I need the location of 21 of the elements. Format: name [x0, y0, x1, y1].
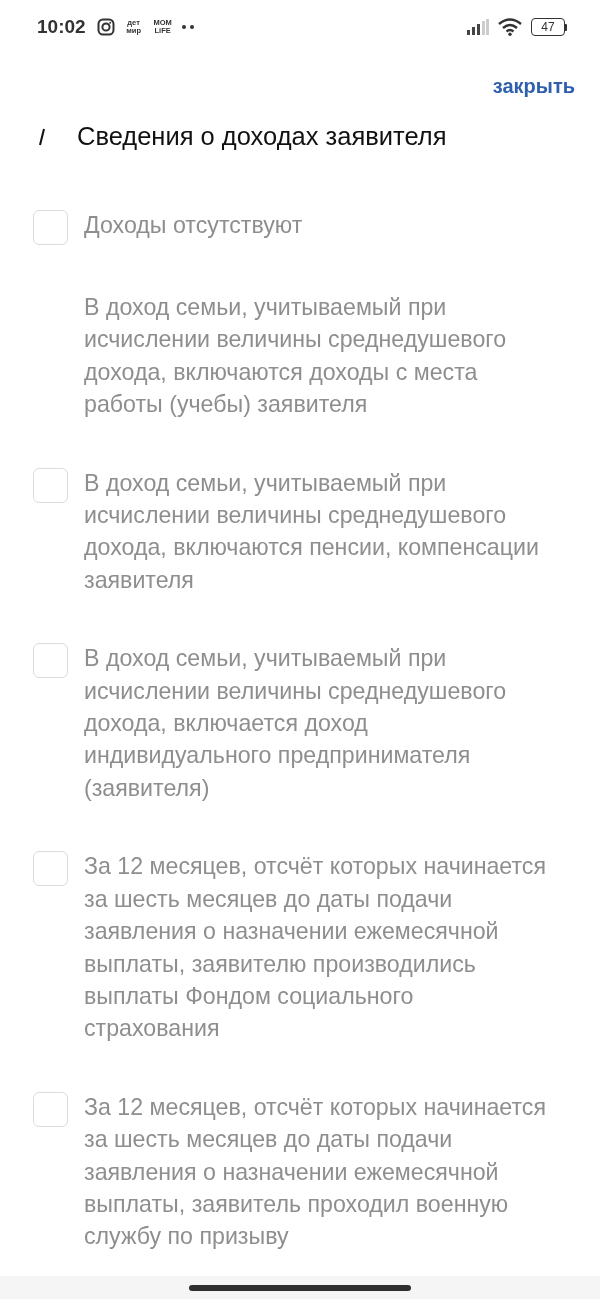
close-link[interactable]: закрыть — [492, 72, 575, 100]
checkbox-label[interactable]: За 12 месяцев, отсчёт которых начинается за шесть месяцев до даты подачи заявления о назначении ежемесячной выплаты, заявителю производились выплаты Фондом социального страхования — [84, 850, 550, 1045]
wifi-icon — [498, 18, 522, 36]
checkbox-label[interactable]: В доход семьи, учитываемый при исчислении величины среднедушевого дохода, включается доход индивидуального предпринимателя (заявителя) — [84, 642, 550, 805]
slash-icon — [39, 128, 45, 146]
checkbox-label[interactable]: В доход семьи, учитываемый при исчислении величины среднедушевого дохода, включаются пенсии, компенсации заявителя — [84, 466, 550, 597]
status-time: 10:02 — [37, 14, 86, 39]
checkbox[interactable] — [33, 851, 68, 887]
checkbox[interactable] — [33, 467, 68, 503]
battery-level: 47 — [541, 21, 555, 33]
checkbox[interactable] — [33, 1091, 68, 1127]
checkbox[interactable] — [33, 210, 68, 245]
camera-icon — [96, 18, 115, 36]
signal-icon — [467, 19, 489, 35]
checkbox-label[interactable]: Доходы отсутствуют — [84, 209, 550, 245]
checkbox-label[interactable]: За 12 месяцев, отсчёт которых начинается за шесть месяцев до даты подачи заявления о назначении ежемесячной выплаты, заявитель проходил военную службу по призыву — [84, 1090, 550, 1253]
section-title: Сведения о доходах заявителя — [77, 121, 447, 151]
home-indicator[interactable] — [189, 1284, 411, 1291]
checkbox[interactable] — [33, 643, 68, 679]
info-text: В доход семьи, учитываемый при исчислении величины среднедушевого дохода, включаются доходы с места работы (учебы) заявителя — [84, 293, 508, 420]
more-icon — [181, 25, 194, 29]
